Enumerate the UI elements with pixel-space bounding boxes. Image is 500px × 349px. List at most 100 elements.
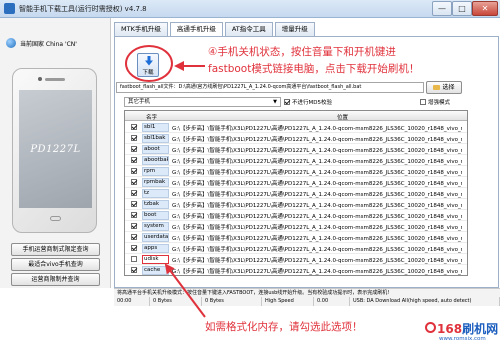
row-checkbox[interactable] — [131, 234, 137, 240]
partition-location: G:\【步步高】\智能手机\X3L\PD1227L\高通\PD1227L_A_1… — [172, 170, 462, 176]
partition-name: apps — [142, 244, 169, 253]
speaker-slot — [45, 78, 65, 81]
title-bar: 智能手机下载工具(运行时需授权) v4.7.8 — □ ✕ — [0, 0, 500, 18]
status-bar: 将高通平台手机关机升级模式：按住音量下键进入FASTBOOT，连接usb线开始升… — [114, 288, 500, 297]
partition-name: abootbak — [142, 156, 169, 165]
select-button-label: 选择 — [442, 84, 455, 91]
skip-md5-checkbox[interactable]: 不进行MD5校验 — [284, 98, 332, 106]
partition-location: G:\【步步高】\智能手机\X3L\PD1227L\高通\PD1227L_A_1… — [172, 148, 462, 154]
table-row[interactable]: tz G:\【步步高】\智能手机\X3L\PD1227L\高通\PD1227L_A… — [125, 188, 467, 199]
partition-location: G:\【步步高】\智能手机\X3L\PD1227L\高通\PD1227L_A_1… — [172, 159, 462, 165]
row-checkbox[interactable] — [131, 179, 137, 185]
checkbox-box[interactable] — [420, 99, 426, 105]
partition-location: G:\【步步高】\智能手机\X3L\PD1227L\高通\PD1227L_A_1… — [172, 214, 462, 220]
partition-location: G:\【步步高】\智能手机\X3L\PD1227L\高通\PD1227L_A_1… — [172, 137, 462, 143]
table-row[interactable]: abootbak G:\【步步高】\智能手机\X3L\PD1227L\高通\PD1… — [125, 155, 467, 166]
partition-location: G:\【步步高】\智能手机\X3L\PD1227L\高通\PD1227L_A_1… — [172, 192, 462, 198]
table-row[interactable]: aboot G:\【步步高】\智能手机\X3L\PD1227L\高通\PD1227… — [125, 144, 467, 155]
phone-screen: PD1227L — [19, 90, 92, 208]
firmware-path-field[interactable]: fastboot_flash_all文件：D:\高通\官方线刷包\PD1227L… — [116, 82, 424, 93]
partition-location: G:\【步步高】\智能手机\X3L\PD1227L\高通\PD1227L_A_1… — [172, 181, 462, 187]
row-checkbox[interactable] — [131, 168, 137, 174]
partition-name: rpmbak — [142, 178, 169, 187]
app-icon — [4, 3, 15, 14]
carrier-limit-query-button[interactable]: 运营商限制并查询 — [11, 273, 100, 286]
table-row[interactable]: rpmbak G:\【步步高】\智能手机\X3L\PD1227L\高通\PD122… — [125, 177, 467, 188]
chevron-down-icon: ▼ — [273, 99, 277, 105]
close-button[interactable]: ✕ — [472, 1, 498, 16]
partition-name: tz — [142, 189, 169, 198]
phone-type-value: 其它手机 — [128, 99, 151, 105]
table-row[interactable]: apps G:\【步步高】\智能手机\X3L\PD1227L\高通\PD1227L… — [125, 243, 467, 254]
row-checkbox[interactable] — [131, 190, 137, 196]
tab-at-commands[interactable]: AT指令工具 — [224, 22, 273, 36]
row-checkbox[interactable] — [131, 245, 137, 251]
partition-name: aboot — [142, 145, 169, 154]
enhanced-mode-label: 增强模式 — [428, 100, 451, 106]
row-checkbox[interactable] — [131, 256, 137, 262]
window-title: 智能手机下载工具(运行时需授权) v4.7.8 — [19, 5, 147, 13]
info-speed: High Speed — [262, 297, 314, 306]
watermark-logo — [425, 322, 436, 333]
row-checkbox[interactable] — [131, 223, 137, 229]
table-row[interactable]: sbl1 G:\【步步高】\智能手机\X3L\PD1227L\高通\PD1227L… — [125, 122, 467, 133]
partition-location: G:\【步步高】\智能手机\X3L\PD1227L\高通\PD1227L_A_1… — [172, 225, 462, 231]
header-location: 位置 — [337, 115, 349, 121]
enhanced-mode-checkbox[interactable]: 增强模式 — [420, 98, 450, 106]
watermark-name: 168刷机网 — [437, 322, 499, 336]
row-checkbox[interactable] — [131, 201, 137, 207]
partition-name: boot — [142, 211, 169, 220]
checkbox-box[interactable] — [284, 99, 290, 105]
maximize-button[interactable]: □ — [452, 1, 472, 16]
row-checkbox[interactable] — [131, 267, 137, 273]
table-row[interactable]: system G:\【步步高】\智能手机\X3L\PD1227L\高通\PD122… — [125, 221, 467, 232]
phone-type-select[interactable]: 其它手机 ▼ — [124, 97, 281, 107]
table-row[interactable]: sbl1bak G:\【步步高】\智能手机\X3L\PD1227L\高通\PD12… — [125, 133, 467, 144]
partition-name: rpm — [142, 167, 169, 176]
vivo-query-button[interactable]: 最适合vivo手机查询 — [11, 258, 100, 271]
camera-dot — [38, 77, 42, 81]
table-row[interactable]: userdata G:\【步步高】\智能手机\X3L\PD1227L\高通\PD1… — [125, 232, 467, 243]
info-bar: 00:00 0 Bytes 0 Bytes High Speed 0.00 US… — [114, 297, 500, 306]
info-usb-mode: USB: DA Download All(high speed, auto de… — [350, 297, 500, 306]
country-label: 当前国家 China 'CN' — [20, 40, 77, 48]
partition-name: system — [142, 222, 169, 231]
info-bytes-total: 0 Bytes — [202, 297, 262, 306]
partition-location: G:\【步步高】\智能手机\X3L\PD1227L\高通\PD1227L_A_1… — [172, 236, 462, 242]
table-row[interactable]: cache G:\【步步高】\智能手机\X3L\PD1227L\高通\PD1227… — [125, 265, 467, 275]
phone-model-label: PD1227L — [30, 143, 81, 155]
partition-location: G:\【步步高】\智能手机\X3L\PD1227L\高通\PD1227L_A_1… — [172, 247, 462, 253]
watermark: 168刷机网 www.romsix.com — [425, 320, 498, 347]
watermark-url: www.romsix.com — [439, 336, 486, 342]
select-file-button[interactable]: 选择 — [426, 81, 462, 94]
partition-name: userdata — [142, 233, 169, 242]
row-checkbox[interactable] — [131, 135, 137, 141]
partition-location: G:\【步步高】\智能手机\X3L\PD1227L\高通\PD1227L_A_1… — [172, 203, 462, 209]
row-checkbox[interactable] — [131, 157, 137, 163]
table-row[interactable]: tzbak G:\【步步高】\智能手机\X3L\PD1227L\高通\PD1227… — [125, 199, 467, 210]
table-row[interactable]: udisk G:\【步步高】\智能手机\X3L\PD1227L\高通\PD1227… — [125, 254, 467, 265]
table-row[interactable]: rpm G:\【步步高】\智能手机\X3L\PD1227L\高通\PD1227L_… — [125, 166, 467, 177]
tab-mtk[interactable]: MTK手机升级 — [114, 22, 168, 36]
minimize-button[interactable]: — — [432, 1, 452, 16]
annotation-top-line2: fastboot模式链接电脑，点击下载开始刷机！ — [208, 63, 420, 75]
tab-incremental[interactable]: 增量升级 — [274, 22, 315, 36]
phone-image: PD1227L — [12, 68, 97, 233]
partition-table: 名字 位置 sbl1 G:\【步步高】\智能手机\X3L\PD1227L\高通\P… — [124, 110, 468, 276]
carrier-query-button[interactable]: 手机运营商制式限定查询 — [11, 243, 100, 256]
annotation-oval — [125, 45, 173, 82]
row-checkbox[interactable] — [131, 146, 137, 152]
row-checkbox[interactable] — [131, 124, 137, 130]
partition-name: udisk — [142, 255, 169, 264]
partition-location: G:\【步步高】\智能手机\X3L\PD1227L\高通\PD1227L_A_1… — [172, 269, 462, 275]
table-row[interactable]: boot G:\【步步高】\智能手机\X3L\PD1227L\高通\PD1227L… — [125, 210, 467, 221]
header-name: 名字 — [146, 115, 158, 121]
annotation-bottom: 如需格式化内存，请勾选此选项！ — [205, 321, 363, 333]
partition-name: sbl1 — [142, 123, 169, 132]
info-rate: 0.00 — [314, 297, 350, 306]
skip-md5-label: 不进行MD5校验 — [292, 100, 332, 106]
info-time: 00:00 — [114, 297, 150, 306]
tab-qualcomm[interactable]: 高通手机升级 — [169, 22, 223, 36]
row-checkbox[interactable] — [131, 212, 137, 218]
partition-location: G:\【步步高】\智能手机\X3L\PD1227L\高通\PD1227L_A_1… — [172, 258, 462, 264]
